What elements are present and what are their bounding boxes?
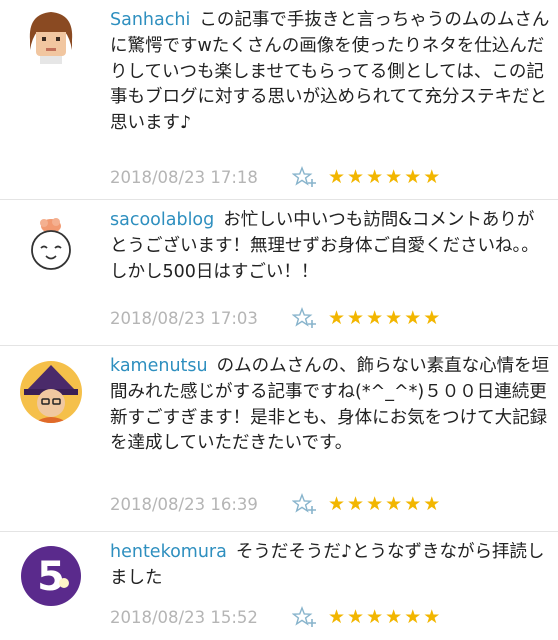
star-icon: ★	[404, 493, 422, 515]
star-icon: ★	[404, 606, 422, 628]
star-icon: ★	[404, 307, 422, 329]
avatar-image: 5	[20, 545, 82, 607]
star-icon: ★	[423, 166, 441, 188]
comment-text-block: sacoolablog お忙しい中いつも訪問&コメントありがとうございます！無理せ…	[110, 208, 550, 285]
star-plus-icon[interactable]	[292, 307, 318, 329]
avatar[interactable]	[20, 212, 82, 274]
comment-timestamp: 2018/08/23 15:52	[110, 607, 258, 627]
star-rating: ★ ★ ★ ★ ★ ★	[328, 493, 440, 515]
avatar[interactable]	[20, 361, 82, 423]
avatar[interactable]	[20, 6, 82, 68]
star-icon: ★	[366, 606, 384, 628]
comment-username[interactable]: Sanhachi	[110, 10, 190, 30]
comment-meta: 2018/08/23 16:39 ★ ★ ★ ★ ★ ★	[110, 493, 440, 515]
comment-item: sacoolablog お忙しい中いつも訪問&コメントありがとうございます！無理せ…	[0, 200, 558, 346]
star-icon: ★	[404, 166, 422, 188]
star-icon: ★	[328, 606, 346, 628]
comment-meta: 2018/08/23 17:03 ★ ★ ★ ★ ★ ★	[110, 307, 440, 329]
comment-text-block: Sanhachi この記事で手抜きと言っちゃうのムのムさんに驚愕ですwたくさんの画…	[110, 8, 550, 137]
avatar-image	[20, 361, 82, 423]
comment-username[interactable]: sacoolablog	[110, 210, 214, 230]
star-rating: ★ ★ ★ ★ ★ ★	[328, 166, 440, 188]
star-icon: ★	[347, 606, 365, 628]
comment-item: kamenutsu のムのムさんの、飾らない素直な心情を垣間みれた感じがする記事で…	[0, 346, 558, 532]
star-icon: ★	[366, 166, 384, 188]
comment-meta: 2018/08/23 15:52 ★ ★ ★ ★ ★ ★	[110, 606, 440, 628]
star-icon: ★	[347, 493, 365, 515]
star-icon: ★	[347, 166, 365, 188]
star-icon: ★	[328, 307, 346, 329]
comment-text-block: hentekomura そうだそうだ♪とうなずきながら拝読しました	[110, 540, 550, 592]
comment-body: sacoolablog お忙しい中いつも訪問&コメントありがとうございます！無理せ…	[110, 208, 550, 285]
star-icon: ★	[347, 307, 365, 329]
comment-text-block: kamenutsu のムのムさんの、飾らない素直な心情を垣間みれた感じがする記事で…	[110, 354, 550, 457]
star-icon: ★	[385, 166, 403, 188]
comment-timestamp: 2018/08/23 17:03	[110, 308, 258, 328]
comment-timestamp: 2018/08/23 17:18	[110, 167, 258, 187]
comment-meta: 2018/08/23 17:18 ★ ★ ★ ★ ★ ★	[110, 166, 440, 188]
star-icon: ★	[366, 307, 384, 329]
star-rating: ★ ★ ★ ★ ★ ★	[328, 606, 440, 628]
star-icon: ★	[423, 606, 441, 628]
star-icon: ★	[328, 166, 346, 188]
svg-text:5: 5	[37, 554, 65, 600]
star-icon: ★	[366, 493, 384, 515]
star-icon: ★	[423, 493, 441, 515]
star-icon: ★	[328, 493, 346, 515]
comment-timestamp: 2018/08/23 16:39	[110, 494, 258, 514]
comment-username[interactable]: hentekomura	[110, 542, 227, 562]
comment-body: kamenutsu のムのムさんの、飾らない素直な心情を垣間みれた感じがする記事で…	[110, 354, 550, 457]
star-icon: ★	[385, 307, 403, 329]
star-rating: ★ ★ ★ ★ ★ ★	[328, 307, 440, 329]
star-icon: ★	[385, 606, 403, 628]
comment-body: Sanhachi この記事で手抜きと言っちゃうのムのムさんに驚愕ですwたくさんの画…	[110, 8, 550, 137]
star-plus-icon[interactable]	[292, 493, 318, 515]
comment-item: 5 hentekomura そうだそうだ♪とうなずきながら拝読しました 2018/…	[0, 532, 558, 640]
avatar-image	[20, 6, 82, 68]
comment-username[interactable]: kamenutsu	[110, 356, 208, 376]
star-icon: ★	[423, 307, 441, 329]
avatar[interactable]: 5	[20, 545, 82, 607]
star-icon: ★	[385, 493, 403, 515]
star-plus-icon[interactable]	[292, 606, 318, 628]
comment-body: hentekomura そうだそうだ♪とうなずきながら拝読しました	[110, 540, 550, 592]
comment-item: Sanhachi この記事で手抜きと言っちゃうのムのムさんに驚愕ですwたくさんの画…	[0, 0, 558, 200]
avatar-image	[20, 212, 82, 274]
star-plus-icon[interactable]	[292, 166, 318, 188]
